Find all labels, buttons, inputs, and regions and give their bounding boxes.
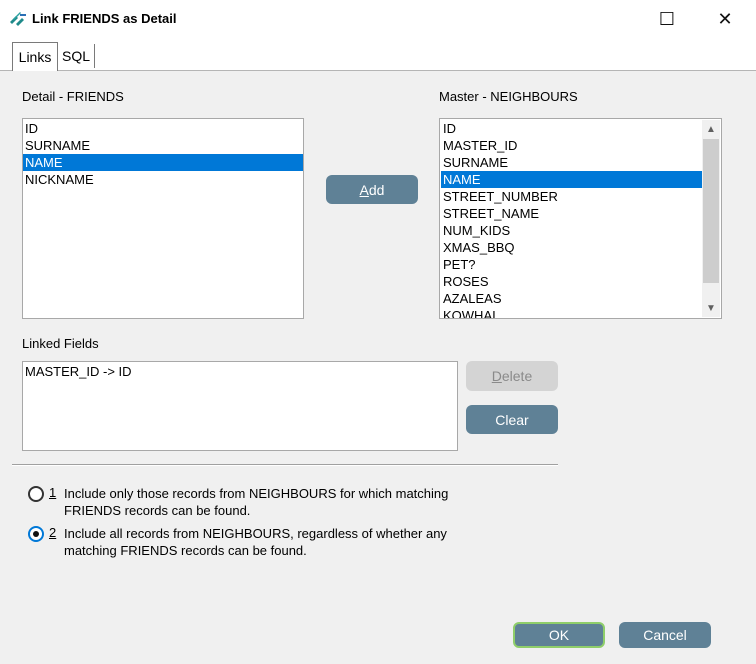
- master-field-item[interactable]: ROSES: [441, 273, 702, 290]
- detail-field-item[interactable]: NAME: [23, 154, 303, 171]
- close-icon: ✕: [717, 8, 733, 29]
- delete-mnemonic: D: [491, 368, 502, 384]
- add-button[interactable]: Add: [326, 175, 418, 204]
- option-2-key: 2: [49, 525, 57, 540]
- master-field-item[interactable]: ID: [441, 120, 702, 137]
- master-field-list[interactable]: ID MASTER_ID SURNAME NAME STREET_NUMBER STREE…: [439, 118, 722, 319]
- ok-button[interactable]: OK: [513, 622, 605, 648]
- radio-checked-icon[interactable]: [28, 526, 44, 542]
- delete-label: elete: [501, 368, 533, 384]
- add-label: dd: [368, 181, 385, 198]
- master-field-item[interactable]: AZALEAS: [441, 290, 702, 307]
- tab-strip: [0, 38, 756, 71]
- maximize-icon: ☐: [658, 8, 676, 29]
- detail-field-list[interactable]: ID SURNAME NAME NICKNAME: [22, 118, 304, 319]
- detail-label: Detail - FRIENDS: [22, 89, 124, 104]
- close-button[interactable]: ✕: [702, 0, 748, 38]
- delete-button[interactable]: Delete: [466, 361, 558, 391]
- master-field-item[interactable]: KOWHAI: [441, 307, 702, 318]
- clear-button[interactable]: Clear: [466, 405, 558, 434]
- scroll-down-icon[interactable]: ▼: [702, 299, 720, 317]
- option-1-key: 1: [49, 485, 57, 500]
- master-field-item[interactable]: MASTER_ID: [441, 137, 702, 154]
- add-mnemonic: A: [359, 181, 369, 198]
- master-scrollbar[interactable]: ▲ ▼: [702, 120, 720, 317]
- option-1-text[interactable]: Include only those records from NEIGHBOU…: [64, 485, 454, 519]
- scroll-up-icon[interactable]: ▲: [702, 120, 720, 138]
- master-field-item[interactable]: STREET_NAME: [441, 205, 702, 222]
- maximize-button[interactable]: ☐: [644, 0, 690, 38]
- cancel-button[interactable]: Cancel: [619, 622, 711, 648]
- tab-sql[interactable]: SQL: [58, 44, 95, 68]
- master-field-item[interactable]: XMAS_BBQ: [441, 239, 702, 256]
- master-field-item[interactable]: PET?: [441, 256, 702, 273]
- option-2-radio[interactable]: [28, 526, 44, 542]
- detail-field-item[interactable]: SURNAME: [23, 137, 303, 154]
- detail-field-item[interactable]: NICKNAME: [23, 171, 303, 188]
- option-2-text[interactable]: Include all records from NEIGHBOURS, reg…: [64, 525, 454, 559]
- separator: [12, 464, 558, 466]
- master-field-item[interactable]: NUM_KIDS: [441, 222, 702, 239]
- linked-label: Linked Fields: [22, 336, 99, 351]
- tab-links[interactable]: Links: [12, 42, 58, 71]
- master-field-item[interactable]: STREET_NUMBER: [441, 188, 702, 205]
- linked-field-item[interactable]: MASTER_ID -> ID: [23, 363, 457, 380]
- master-field-item[interactable]: NAME: [441, 171, 702, 188]
- scroll-thumb[interactable]: [703, 139, 719, 283]
- master-label: Master - NEIGHBOURS: [439, 89, 578, 104]
- db-link-icon: [8, 10, 28, 30]
- option-1-radio[interactable]: [28, 486, 44, 502]
- radio-unchecked-icon[interactable]: [28, 486, 44, 502]
- window-title: Link FRIENDS as Detail: [32, 11, 177, 26]
- detail-field-item[interactable]: ID: [23, 120, 303, 137]
- linked-field-list[interactable]: MASTER_ID -> ID: [22, 361, 458, 451]
- master-field-item[interactable]: SURNAME: [441, 154, 702, 171]
